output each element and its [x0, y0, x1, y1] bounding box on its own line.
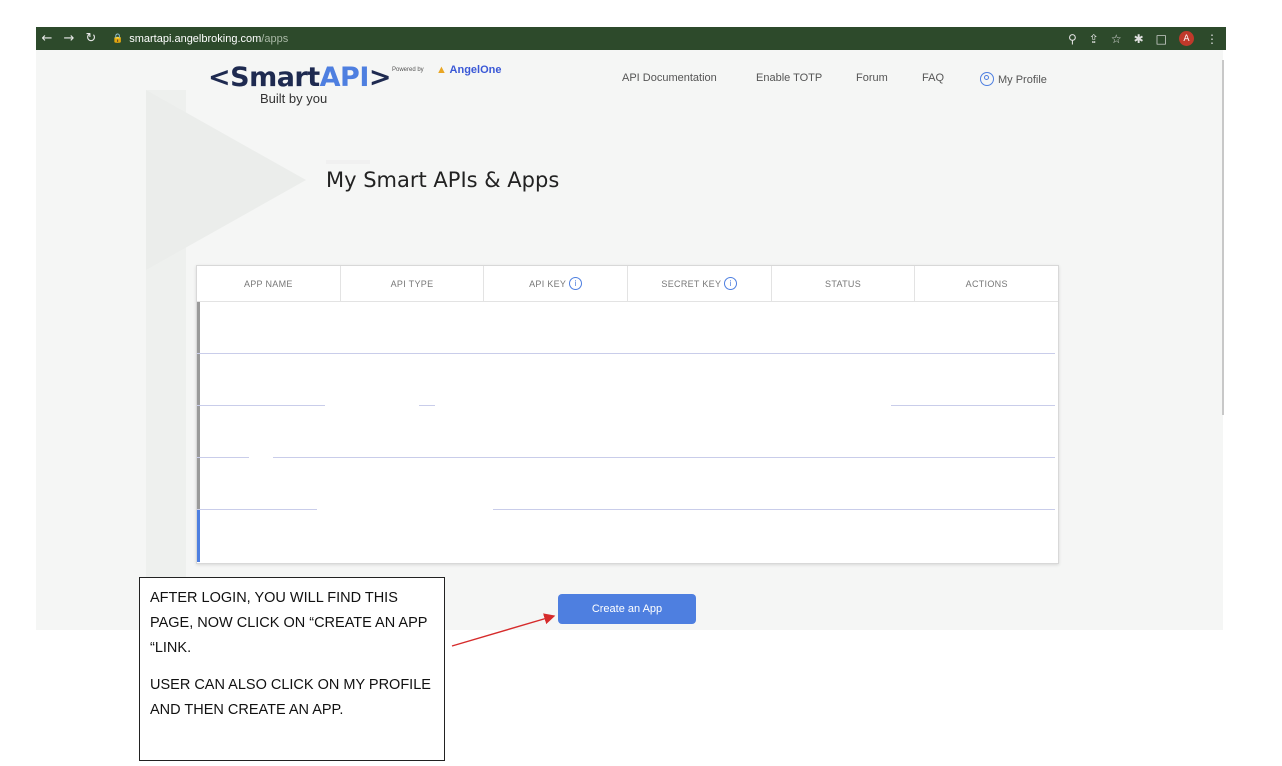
nav-faq[interactable]: FAQ: [922, 72, 944, 84]
row-divider: [197, 457, 249, 458]
logo-accent: API: [319, 62, 370, 93]
create-app-button[interactable]: Create an App: [558, 594, 696, 624]
user-icon: [980, 72, 994, 86]
back-icon[interactable]: ←: [36, 31, 58, 46]
row-divider: [197, 353, 1055, 354]
table-row[interactable]: [197, 510, 1058, 562]
logo-suffix: >: [368, 62, 392, 93]
nav-forum[interactable]: Forum: [856, 72, 888, 84]
menu-icon[interactable]: ⋮: [1206, 32, 1218, 46]
annotation-text-1: AFTER LOGIN, YOU WILL FIND THIS PAGE, NO…: [150, 590, 428, 656]
col-api-key: API KEY i: [484, 266, 629, 301]
nav-my-profile[interactable]: My Profile: [980, 72, 1047, 86]
browser-toolbar: ← → ↻ 🔒 smartapi.angelbroking.com/apps ⚲…: [36, 27, 1226, 50]
row-divider: [197, 509, 317, 510]
angelone-icon: ▲: [436, 64, 447, 76]
table-row[interactable]: [197, 406, 1058, 458]
annotation-callout: AFTER LOGIN, YOU WILL FIND THIS PAGE, NO…: [139, 577, 445, 761]
row-divider: [493, 509, 1055, 510]
lock-icon: 🔒: [112, 33, 124, 43]
info-icon[interactable]: i: [724, 277, 738, 290]
nav-api-documentation[interactable]: API Documentation: [622, 72, 717, 84]
page-viewport: <SmartAPI> Built by you Powered by ▲ Ang…: [36, 50, 1223, 630]
page-title: My Smart APIs & Apps: [326, 168, 560, 192]
logo-prefix: <Smart: [208, 62, 320, 93]
table-row[interactable]: [197, 354, 1058, 406]
row-divider: [891, 405, 1055, 406]
share-icon[interactable]: ⇪: [1089, 32, 1099, 46]
powered-by-label: Powered by: [392, 67, 424, 73]
sidepanel-icon[interactable]: □: [1156, 32, 1167, 46]
apps-table: APP NAME API TYPE API KEY i SECRET KEY i S…: [196, 265, 1059, 564]
address-bar[interactable]: 🔒 smartapi.angelbroking.com/apps: [112, 33, 288, 45]
row-divider: [419, 405, 435, 406]
title-underline: [326, 160, 370, 164]
extensions-icon[interactable]: ✱: [1134, 32, 1144, 46]
row-divider: [273, 457, 1055, 458]
avatar[interactable]: A: [1179, 31, 1194, 46]
angelone-logo: ▲ AngelOne: [436, 64, 502, 76]
star-icon[interactable]: ☆: [1111, 32, 1122, 46]
row-divider: [197, 405, 325, 406]
annotation-text-2: USER CAN ALSO CLICK ON MY PROFILE AND TH…: [150, 677, 431, 718]
col-api-type: API TYPE: [341, 266, 485, 301]
logo-tagline: Built by you: [260, 91, 328, 106]
col-status: STATUS: [772, 266, 916, 301]
forward-icon[interactable]: →: [58, 31, 80, 46]
main-content: <SmartAPI> Built by you Powered by ▲ Ang…: [146, 50, 1106, 630]
table-row[interactable]: [197, 458, 1058, 510]
info-icon[interactable]: i: [569, 277, 583, 290]
reload-icon[interactable]: ↻: [80, 31, 102, 46]
nav-enable-totp[interactable]: Enable TOTP: [756, 72, 822, 84]
table-row[interactable]: [197, 302, 1058, 354]
url-path: /apps: [261, 32, 289, 45]
col-app-name: APP NAME: [197, 266, 341, 301]
col-secret-key: SECRET KEY i: [628, 266, 772, 301]
table-header: APP NAME API TYPE API KEY i SECRET KEY i S…: [197, 266, 1058, 302]
zoom-icon[interactable]: ⚲: [1068, 32, 1077, 46]
smartapi-logo[interactable]: <SmartAPI> Built by you: [208, 62, 392, 106]
col-actions: ACTIONS: [965, 278, 1008, 289]
url-host: smartapi.angelbroking.com: [129, 32, 262, 45]
scrollbar[interactable]: [1222, 60, 1224, 415]
